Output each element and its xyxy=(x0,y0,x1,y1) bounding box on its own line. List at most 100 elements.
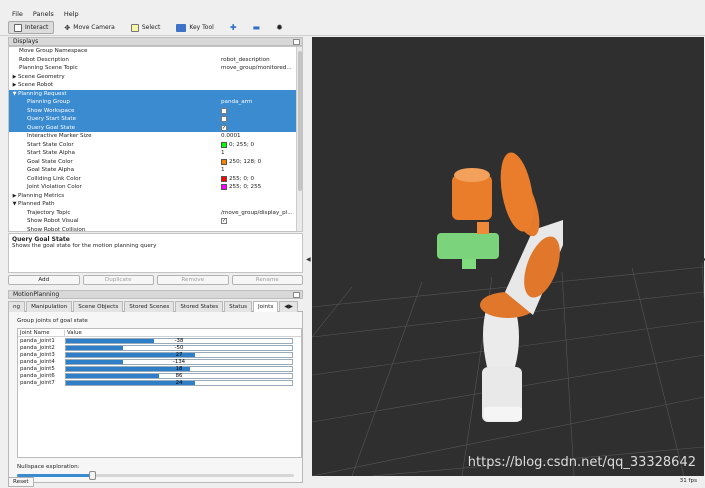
display-property-row[interactable]: Move Group Namespace xyxy=(9,47,302,56)
duplicate-button[interactable]: Duplicate xyxy=(82,275,154,285)
joint-value-bar[interactable]: -38 xyxy=(65,337,293,344)
display-property-row[interactable]: ▶ Scene Robot xyxy=(9,81,302,90)
property-value[interactable]: 255; 0; 0 xyxy=(221,175,295,182)
property-value[interactable]: 0; 255; 0 xyxy=(221,141,295,148)
display-property-row[interactable]: Interactive Marker Size 0.0001 xyxy=(9,132,302,141)
display-property-row[interactable]: Show Workspace xyxy=(9,106,302,115)
remove-button[interactable]: Remove xyxy=(157,275,229,285)
display-property-row[interactable]: ▶ Scene Geometry xyxy=(9,73,302,82)
display-property-row[interactable]: Colliding Link Color 255; 0; 0 xyxy=(9,175,302,184)
tab-stored-scenes[interactable]: Stored Scenes xyxy=(124,301,175,312)
property-value[interactable]: 250; 128; 0 xyxy=(221,158,295,165)
close-icon[interactable] xyxy=(293,292,300,298)
3d-view[interactable]: https://blog.csdn.net/qq_33328642 xyxy=(312,37,704,476)
tab-scene-objects[interactable]: Scene Objects xyxy=(73,301,124,312)
property-value[interactable]: /move_group/display_pl... xyxy=(221,210,295,216)
key-tool[interactable]: Key Tool xyxy=(170,21,219,34)
select-tool[interactable]: Select xyxy=(125,21,167,34)
close-icon[interactable] xyxy=(293,39,300,45)
display-property-row[interactable]: Goal State Alpha 1 xyxy=(9,166,302,175)
collapse-arrow-icon[interactable]: ▶ xyxy=(11,193,18,199)
property-name: ▶ Scene Geometry xyxy=(9,74,221,80)
tab-manipulation[interactable]: Manipulation xyxy=(26,301,73,312)
property-label: Move Group Namespace xyxy=(19,48,88,55)
checkbox[interactable]: ✓ xyxy=(221,218,227,225)
display-property-row[interactable]: Planning Scene Topic move_group/monitored… xyxy=(9,64,302,73)
joint-value-bar[interactable]: 86 xyxy=(65,372,293,379)
property-value[interactable]: 1 xyxy=(221,167,295,173)
reset-button[interactable]: Reset xyxy=(8,477,34,487)
display-property-row[interactable]: Start State Color 0; 255; 0 xyxy=(9,141,302,150)
property-label: Query Goal State xyxy=(27,124,76,131)
property-label: Goal State Alpha xyxy=(27,167,75,174)
display-property-row[interactable]: Query Start State xyxy=(9,115,302,124)
joint-value-bar[interactable]: 24 xyxy=(65,379,293,386)
interact-tool[interactable]: Interact xyxy=(8,21,55,34)
add-tool-button[interactable]: ✚ xyxy=(224,21,243,34)
property-name: Planning Group xyxy=(9,99,221,105)
display-property-row[interactable]: Planning Group panda_arm xyxy=(9,98,302,107)
collapse-arrow-icon[interactable]: ▶ xyxy=(11,82,18,88)
column-joint-name: Joint Name xyxy=(18,329,65,336)
checkbox[interactable] xyxy=(221,116,227,123)
display-property-row[interactable]: Robot Description robot_description xyxy=(9,56,302,65)
joint-value-bar[interactable]: 27 xyxy=(65,351,293,358)
collapse-arrow-icon[interactable]: ▶ xyxy=(11,74,18,80)
menu-file[interactable]: File xyxy=(12,10,23,18)
rename-button[interactable]: Rename xyxy=(231,275,303,285)
property-value[interactable] xyxy=(221,116,295,123)
display-property-row[interactable]: Start State Alpha 1 xyxy=(9,149,302,158)
expand-arrow-icon[interactable]: ▼ xyxy=(11,91,18,97)
display-property-row[interactable]: Show Robot Visual ✓ xyxy=(9,217,302,226)
display-property-row[interactable]: ▼ Planning Request xyxy=(9,89,302,98)
scrollbar-thumb[interactable] xyxy=(298,51,302,191)
property-value[interactable]: ✓ xyxy=(221,218,295,225)
expand-arrow-icon[interactable]: ▼ xyxy=(11,201,18,207)
property-value[interactable]: move_group/monitored... xyxy=(221,65,295,71)
move-camera-tool[interactable]: ✥ Move Camera xyxy=(58,21,120,34)
nullspace-label: Nullspace exploration: xyxy=(17,464,80,470)
remove-tool-button[interactable]: ▬ xyxy=(247,21,267,34)
rviz-window: File Panels Help Interact ✥ Move Camera … xyxy=(0,0,705,488)
property-name: Show Workspace xyxy=(9,108,221,114)
menu-panels[interactable]: Panels xyxy=(33,10,54,18)
property-value[interactable] xyxy=(221,107,295,114)
display-property-row[interactable]: Query Goal State ✓ xyxy=(9,123,302,132)
tab-scroll-arrows-icon[interactable]: ◀▶ xyxy=(279,301,298,312)
property-value[interactable]: 255; 0; 255 xyxy=(221,184,295,191)
joint-value-bar[interactable]: -50 xyxy=(65,344,293,351)
property-value[interactable]: 0.0001 xyxy=(221,133,295,139)
collapse-left-arrow-icon[interactable]: ◀ xyxy=(306,256,311,263)
tab-ng[interactable]: ng xyxy=(8,301,26,312)
property-value-text: 1 xyxy=(221,150,225,157)
tab-stored-states[interactable]: Stored States xyxy=(175,301,224,312)
joint-value-bar[interactable]: -134 xyxy=(65,358,293,365)
checkbox[interactable]: ✓ xyxy=(221,124,227,131)
color-swatch xyxy=(221,184,227,191)
watermark: https://blog.csdn.net/qq_33328642 xyxy=(467,455,696,470)
display-property-row[interactable]: ▼ Planned Path xyxy=(9,200,302,209)
add-button[interactable]: Add xyxy=(8,275,80,285)
property-value[interactable]: robot_description xyxy=(221,57,295,63)
scrollbar[interactable] xyxy=(296,47,302,231)
tab-status[interactable]: Status xyxy=(224,301,252,312)
display-property-row[interactable]: Joint Violation Color 255; 0; 255 xyxy=(9,183,302,192)
joint-name: panda_joint1 xyxy=(20,337,55,344)
display-property-row[interactable]: Show Robot Collision xyxy=(9,226,302,231)
fps-counter: 31 fps xyxy=(679,478,697,484)
joint-name: panda_joint7 xyxy=(20,379,55,386)
display-property-row[interactable]: Trajectory Topic/move_group/display_pl..… xyxy=(9,209,302,218)
property-value[interactable]: panda_arm xyxy=(221,99,295,105)
joint-value-bar[interactable]: 18 xyxy=(65,365,293,372)
property-label: Interactive Marker Size xyxy=(27,133,92,140)
menu-help[interactable]: Help xyxy=(64,10,79,18)
property-value[interactable]: ✓ xyxy=(221,124,295,131)
property-value-text: 0; 255; 0 xyxy=(229,141,255,148)
display-property-row[interactable]: ▶ Planning Metrics xyxy=(9,192,302,201)
tool-properties-button[interactable]: ✹ xyxy=(270,21,289,34)
tab-joints[interactable]: Joints xyxy=(253,301,279,312)
property-value[interactable]: 1 xyxy=(221,150,295,156)
color-swatch xyxy=(221,141,227,148)
checkbox[interactable] xyxy=(221,107,227,114)
display-property-row[interactable]: Goal State Color 250; 128; 0 xyxy=(9,158,302,167)
